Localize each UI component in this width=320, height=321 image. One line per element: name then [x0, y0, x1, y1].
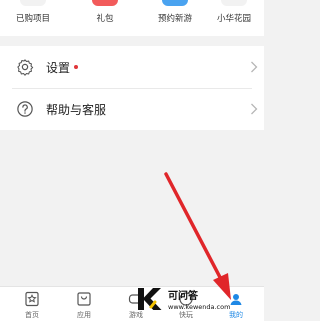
quick-link-label: 已购项目	[15, 14, 50, 24]
help-icon	[17, 101, 33, 117]
gift-icon	[92, 0, 118, 6]
quick-link-reserve[interactable]: 预约新游	[145, 0, 205, 36]
notification-dot	[74, 65, 78, 69]
app-bag-icon	[77, 292, 91, 306]
quick-link-purchased[interactable]: 已购项目	[8, 0, 58, 36]
quick-link-label: 预约新游	[157, 14, 192, 24]
gear-icon	[17, 59, 34, 76]
quick-links-bar: 已购项目 礼包 预约新游 小华花园	[0, 0, 264, 36]
chevron-right-icon	[251, 103, 258, 115]
settings-card: 设置 帮助与客服	[0, 46, 264, 130]
tab-label: 我的	[229, 311, 243, 319]
watermark-logo	[134, 282, 164, 316]
help-label: 帮助与客服	[46, 102, 107, 117]
quick-link-label: 小华花园	[216, 14, 251, 24]
watermark-url: www.kewenda.com	[168, 303, 231, 311]
settings-row[interactable]: 设置	[0, 46, 264, 88]
reserve-icon	[162, 0, 188, 6]
k-logo-icon	[138, 288, 162, 310]
home-star-icon	[25, 291, 39, 307]
quick-link-label: 礼包	[96, 14, 114, 24]
quick-link-gift[interactable]: 礼包	[80, 0, 130, 36]
purchased-icon	[20, 0, 46, 6]
chevron-right-icon	[251, 61, 258, 73]
settings-label: 设置	[46, 60, 71, 75]
tab-label: 应用	[77, 311, 91, 319]
watermark-title: 可问答	[168, 291, 198, 302]
tab-home[interactable]: 首页	[6, 287, 58, 321]
quick-link-garden[interactable]: 小华花园	[206, 0, 262, 36]
watermark: 可问答 www.kewenda.com	[134, 282, 230, 316]
tab-label: 首页	[25, 311, 39, 319]
tab-apps[interactable]: 应用	[58, 287, 110, 321]
help-row[interactable]: 帮助与客服	[0, 88, 264, 130]
garden-icon	[221, 0, 247, 6]
